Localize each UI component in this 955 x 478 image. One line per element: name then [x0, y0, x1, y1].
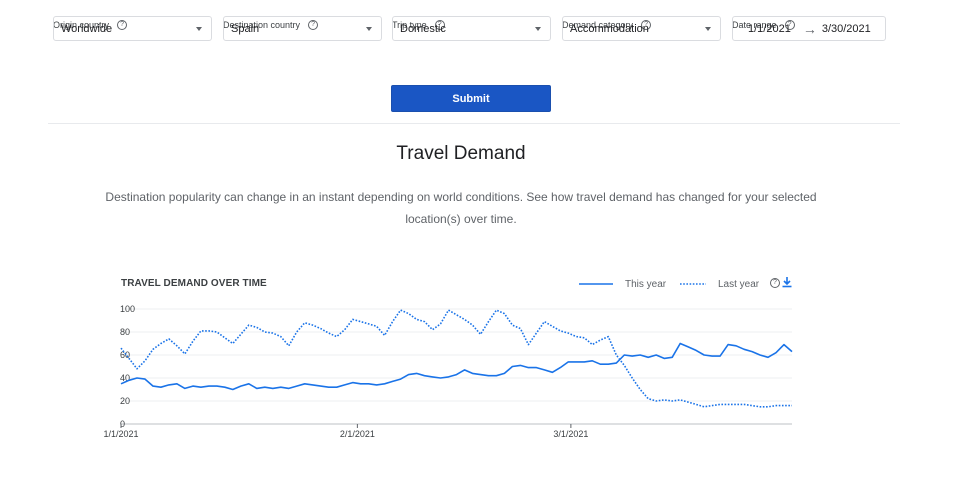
y-tick-label: 20 — [120, 396, 130, 406]
travel-demand-chart: 020406080100 1/1/2021 2/1/2021 3/1/2021 — [103, 304, 793, 439]
x-tick-label: 3/1/2021 — [553, 429, 588, 439]
y-tick-label: 80 — [120, 327, 130, 337]
x-tick-label: 2/1/2021 — [340, 429, 375, 439]
y-tick-label: 100 — [120, 304, 135, 314]
x-tick-label: 1/1/2021 — [103, 429, 138, 439]
series-line-last-year — [120, 309, 792, 408]
series-line-this-year — [120, 342, 793, 391]
